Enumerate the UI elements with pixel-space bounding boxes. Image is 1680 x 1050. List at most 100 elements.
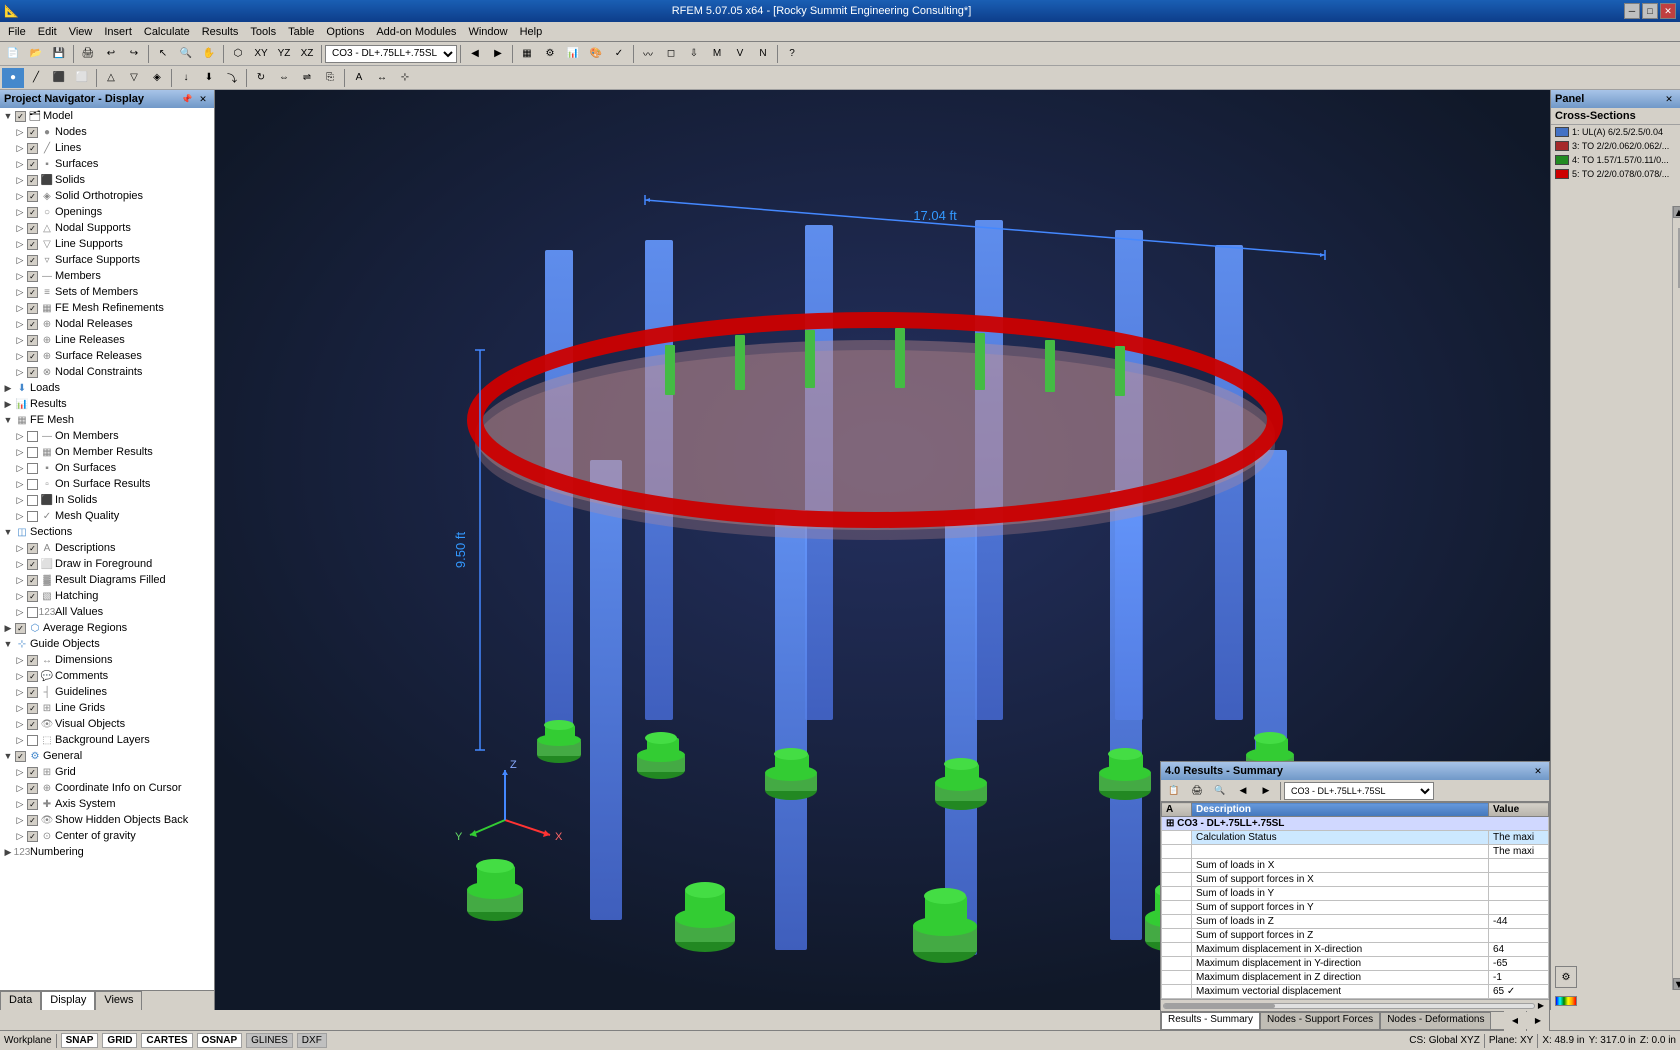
expander-result-diagrams[interactable]: ▷ <box>14 574 26 586</box>
solid-btn[interactable]: ⬜ <box>71 68 93 88</box>
line-btn[interactable]: ╱ <box>25 68 47 88</box>
tab-next-btn[interactable]: ▶ <box>1527 1011 1549 1031</box>
menu-window[interactable]: Window <box>462 25 513 39</box>
checkbox-line-releases[interactable] <box>27 335 38 346</box>
tree-item-solids[interactable]: ▷ ⬛ Solids <box>0 172 214 188</box>
checkbox-lines[interactable] <box>27 143 38 154</box>
dxf-status[interactable]: DXF <box>297 1033 327 1048</box>
checkbox-coord-info[interactable] <box>27 783 38 794</box>
guide-btn[interactable]: ⊹ <box>394 68 416 88</box>
menu-results[interactable]: Results <box>196 25 245 39</box>
help-btn[interactable]: ? <box>781 44 803 64</box>
checkbox-surface-releases[interactable] <box>27 351 38 362</box>
expander-results[interactable]: ▶ <box>2 398 14 410</box>
tab-prev-btn[interactable]: ◀ <box>1504 1011 1526 1031</box>
expander-surface-releases[interactable]: ▷ <box>14 350 26 362</box>
tree-item-on-members[interactable]: ▷ — On Members <box>0 428 214 444</box>
tree-item-average-regions[interactable]: ▶ ⬡ Average Regions <box>0 620 214 636</box>
tree-item-show-hidden[interactable]: ▷ 👁 Show Hidden Objects Back <box>0 812 214 828</box>
tree-item-guidelines[interactable]: ▷ ┤ Guidelines <box>0 684 214 700</box>
tab-nodes-deformations[interactable]: Nodes - Deformations <box>1380 1012 1491 1029</box>
surf-btn[interactable]: ⬛ <box>48 68 70 88</box>
expander-on-member-results[interactable]: ▷ <box>14 446 26 458</box>
tree-item-loads[interactable]: ▶ ⬇ Loads <box>0 380 214 396</box>
tree-item-sets-members[interactable]: ▷ ≡ Sets of Members <box>0 284 214 300</box>
undo-button[interactable]: ↩ <box>100 44 122 64</box>
expander-mesh-quality[interactable]: ▷ <box>14 510 26 522</box>
label-btn[interactable]: A <box>348 68 370 88</box>
load-case-dropdown[interactable]: CO3 - DL+.75LL+.75SL <box>325 45 457 63</box>
tab-display[interactable]: Display <box>41 991 95 1010</box>
tree-item-nodal-supports[interactable]: ▷ △ Nodal Supports <box>0 220 214 236</box>
res-prev-btn[interactable]: ◀ <box>1232 781 1254 801</box>
tree-item-result-diagrams[interactable]: ▷ ▓ Result Diagrams Filled <box>0 572 214 588</box>
pan-button[interactable]: ✋ <box>198 44 220 64</box>
expander-surfaces[interactable]: ▷ <box>14 158 26 170</box>
surf-sup-btn[interactable]: ◈ <box>146 68 168 88</box>
expander-line-releases[interactable]: ▷ <box>14 334 26 346</box>
tree-item-visual-objects[interactable]: ▷ 👁 Visual Objects <box>0 716 214 732</box>
expander-visual-objects[interactable]: ▷ <box>14 718 26 730</box>
checkbox-sets-members[interactable] <box>27 287 38 298</box>
tree-item-comments[interactable]: ▷ 💬 Comments <box>0 668 214 684</box>
checkbox-descriptions[interactable] <box>27 543 38 554</box>
tree-item-nodes[interactable]: ▷ ● Nodes <box>0 124 214 140</box>
expander-guidelines[interactable]: ▷ <box>14 686 26 698</box>
expander-coord-info[interactable]: ▷ <box>14 782 26 794</box>
tree-item-background-layers[interactable]: ▷ ⬚ Background Layers <box>0 732 214 748</box>
tree-item-dimensions[interactable]: ▷ ↔ Dimensions <box>0 652 214 668</box>
surface-button[interactable]: ◻ <box>660 44 682 64</box>
expander-dimensions[interactable]: ▷ <box>14 654 26 666</box>
menu-help[interactable]: Help <box>514 25 549 39</box>
expander-general[interactable]: ▼ <box>2 750 14 762</box>
checkbox-solid-orth[interactable] <box>27 191 38 202</box>
tree-item-descriptions[interactable]: ▷ A Descriptions <box>0 540 214 556</box>
tab-views[interactable]: Views <box>95 991 142 1010</box>
select-button[interactable]: ↖ <box>152 44 174 64</box>
checkbox-all-values[interactable] <box>27 607 38 618</box>
line-sup-btn[interactable]: ▽ <box>123 68 145 88</box>
calc-button[interactable]: ⚙ <box>539 44 561 64</box>
dim-btn[interactable]: ↔ <box>371 68 393 88</box>
expander-all-values[interactable]: ▷ <box>14 606 26 618</box>
checkbox-surface-supports[interactable] <box>27 255 38 266</box>
checkbox-model[interactable] <box>15 111 26 122</box>
tree-item-line-supports[interactable]: ▷ ▽ Line Supports <box>0 236 214 252</box>
scrollbar-down[interactable]: ▼ <box>1673 978 1680 990</box>
checkbox-comments[interactable] <box>27 671 38 682</box>
tree-item-line-grids[interactable]: ▷ ⊞ Line Grids <box>0 700 214 716</box>
save-button[interactable]: 💾 <box>48 44 70 64</box>
expander-fe-refinements[interactable]: ▷ <box>14 302 26 314</box>
checkbox-on-member-results[interactable] <box>27 447 38 458</box>
expander-surface-supports[interactable]: ▷ <box>14 254 26 266</box>
checkbox-fe-refinements[interactable] <box>27 303 38 314</box>
new-button[interactable]: 📄 <box>2 44 24 64</box>
close-button[interactable]: ✕ <box>1660 3 1676 19</box>
tree-item-surfaces[interactable]: ▷ ▪ Surfaces <box>0 156 214 172</box>
checkbox-nodes[interactable] <box>27 127 38 138</box>
tree-item-grid[interactable]: ▷ ⊞ Grid <box>0 764 214 780</box>
tree-item-fe-refinements[interactable]: ▷ ▦ FE Mesh Refinements <box>0 300 214 316</box>
checkbox-axis-system[interactable] <box>27 799 38 810</box>
expander-show-hidden[interactable]: ▷ <box>14 814 26 826</box>
res-next-btn[interactable]: ▶ <box>1255 781 1277 801</box>
checkbox-nodal-supports[interactable] <box>27 223 38 234</box>
minimize-button[interactable]: ─ <box>1624 3 1640 19</box>
tree-item-fe-mesh[interactable]: ▼ ▦ FE Mesh <box>0 412 214 428</box>
grid-status[interactable]: GRID <box>102 1033 137 1048</box>
expander-comments[interactable]: ▷ <box>14 670 26 682</box>
expander-sets-members[interactable]: ▷ <box>14 286 26 298</box>
expander-openings[interactable]: ▷ <box>14 206 26 218</box>
tree-item-center-gravity[interactable]: ▷ ⊙ Center of gravity <box>0 828 214 844</box>
panel-settings-button[interactable]: ⚙ <box>1555 966 1577 988</box>
expander-lines[interactable]: ▷ <box>14 142 26 154</box>
snap-status[interactable]: SNAP <box>61 1033 99 1048</box>
tree-item-members[interactable]: ▷ — Members <box>0 268 214 284</box>
reaction-button[interactable]: ⇩ <box>683 44 705 64</box>
checkbox-visual-objects[interactable] <box>27 719 38 730</box>
tree-item-nodal-constraints[interactable]: ▷ ⊗ Nodal Constraints <box>0 364 214 380</box>
expander-fe-mesh[interactable]: ▼ <box>2 414 14 426</box>
tab-data[interactable]: Data <box>0 991 41 1010</box>
checkbox-average-regions[interactable] <box>15 623 26 634</box>
tree-item-results[interactable]: ▶ 📊 Results <box>0 396 214 412</box>
